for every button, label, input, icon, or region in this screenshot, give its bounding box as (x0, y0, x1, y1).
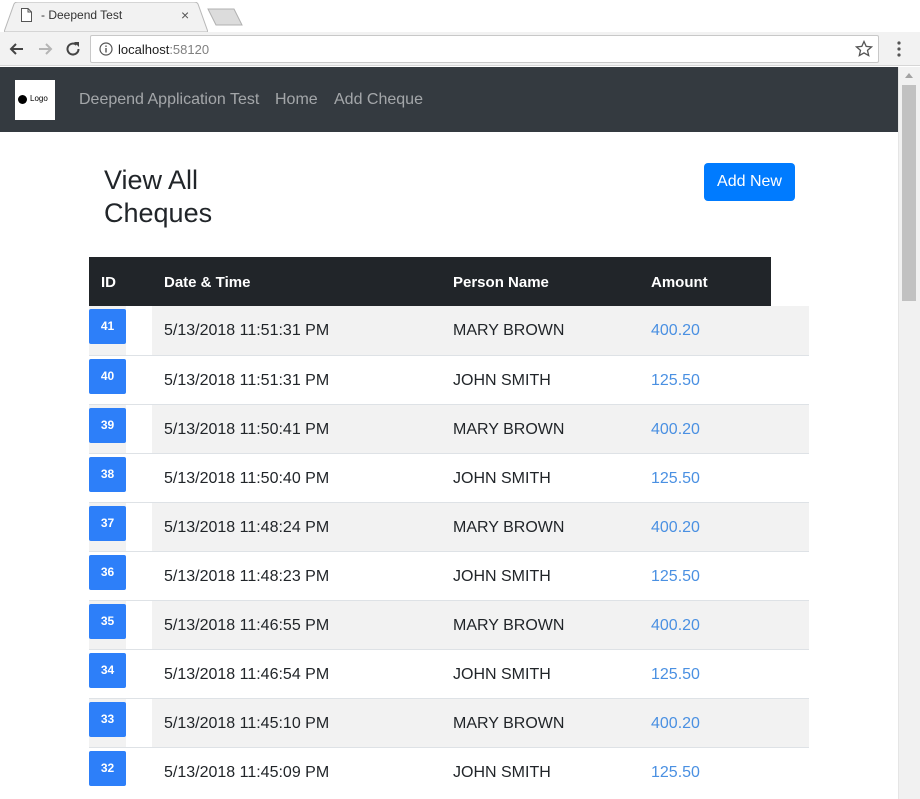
table-row: 40 5/13/2018 11:51:31 PM JOHN SMITH 125.50 (89, 355, 809, 405)
row-person-name: MARY BROWN (453, 715, 565, 732)
row-amount[interactable]: 125.50 (651, 666, 700, 684)
back-icon[interactable] (7, 39, 27, 59)
row-person-name: MARY BROWN (453, 322, 565, 339)
browser-toolbar: localhost:58120 (0, 32, 920, 66)
row-amount[interactable]: 400.20 (651, 617, 700, 635)
scroll-up-arrow-icon[interactable] (905, 73, 913, 78)
info-icon[interactable] (99, 42, 113, 56)
page-title: View All Cheques (104, 165, 213, 228)
table-row: 37 5/13/2018 11:48:24 PM MARY BROWN 400.20 (89, 502, 809, 552)
row-datetime: 5/13/2018 11:50:41 PM (164, 421, 330, 438)
table-row: 33 5/13/2018 11:45:10 PM MARY BROWN 400.20 (89, 698, 809, 748)
row-id-gap (126, 306, 152, 355)
vertical-scrollbar[interactable] (898, 67, 920, 799)
row-id-badge[interactable]: 35 (89, 604, 126, 639)
column-header-datetime: Date & Time (164, 274, 251, 291)
row-person-name: MARY BROWN (453, 421, 565, 438)
row-person-name: MARY BROWN (453, 519, 565, 536)
table-header: ID Date & Time Person Name Amount (89, 257, 771, 306)
row-person-name: JOHN SMITH (453, 568, 551, 585)
row-id-gap (126, 601, 152, 650)
row-id-badge[interactable]: 32 (89, 751, 126, 786)
column-header-amount: Amount (651, 274, 708, 291)
close-icon[interactable]: × (181, 7, 189, 23)
row-id-badge[interactable]: 38 (89, 457, 126, 492)
add-new-button[interactable]: Add New (704, 163, 795, 201)
column-header-person-name: Person Name (453, 274, 549, 291)
row-id-badge[interactable]: 34 (89, 653, 126, 688)
reload-icon[interactable] (63, 39, 83, 59)
table-body: 41 5/13/2018 11:51:31 PM MARY BROWN 400.20 4… (89, 306, 809, 797)
address-bar[interactable]: localhost:58120 (90, 35, 879, 63)
column-header-id: ID (101, 274, 116, 291)
logo[interactable]: Logo (15, 80, 55, 120)
table-row: 38 5/13/2018 11:50:40 PM JOHN SMITH 125.50 (89, 453, 809, 503)
row-id-badge[interactable]: 36 (89, 555, 126, 590)
page-icon (21, 8, 32, 22)
row-person-name: MARY BROWN (453, 617, 565, 634)
navbar-brand[interactable]: Deepend Application Test (79, 91, 259, 109)
row-datetime: 5/13/2018 11:51:31 PM (164, 322, 330, 339)
row-id-badge[interactable]: 33 (89, 702, 126, 737)
table-row: 36 5/13/2018 11:48:23 PM JOHN SMITH 125.50 (89, 551, 809, 601)
tab-title: - Deepend Test (41, 8, 123, 22)
table-row: 39 5/13/2018 11:50:41 PM MARY BROWN 400.20 (89, 404, 809, 454)
row-id-gap (126, 405, 152, 454)
row-person-name: JOHN SMITH (453, 372, 551, 389)
menu-icon[interactable] (890, 40, 908, 58)
row-datetime: 5/13/2018 11:45:09 PM (164, 764, 330, 781)
row-id-badge[interactable]: 41 (89, 309, 126, 344)
row-datetime: 5/13/2018 11:45:10 PM (164, 715, 330, 732)
row-id-badge[interactable]: 39 (89, 408, 126, 443)
row-amount[interactable]: 400.20 (651, 519, 700, 537)
row-amount[interactable]: 125.50 (651, 470, 700, 488)
row-datetime: 5/13/2018 11:50:40 PM (164, 470, 330, 487)
cheques-table: ID Date & Time Person Name Amount 41 5/13… (89, 257, 809, 797)
row-amount[interactable]: 125.50 (651, 372, 700, 390)
row-datetime: 5/13/2018 11:48:24 PM (164, 519, 330, 536)
url-text[interactable]: localhost:58120 (118, 42, 209, 57)
row-amount[interactable]: 400.20 (651, 421, 700, 439)
row-id-badge[interactable]: 40 (89, 359, 126, 394)
row-id-gap (126, 748, 152, 797)
forward-icon[interactable] (35, 39, 55, 59)
row-amount[interactable]: 400.20 (651, 715, 700, 733)
row-person-name: JOHN SMITH (453, 764, 551, 781)
nav-link-add-cheque[interactable]: Add Cheque (334, 91, 423, 109)
row-datetime: 5/13/2018 11:46:55 PM (164, 617, 330, 634)
new-tab-button[interactable] (206, 8, 244, 26)
row-person-name: JOHN SMITH (453, 470, 551, 487)
row-id-gap (126, 699, 152, 748)
row-amount[interactable]: 400.20 (651, 322, 700, 340)
table-row: 34 5/13/2018 11:46:54 PM JOHN SMITH 125.50 (89, 649, 809, 699)
row-amount[interactable]: 125.50 (651, 568, 700, 586)
tab-strip: - Deepend Test × (0, 0, 920, 32)
row-id-gap (126, 650, 152, 699)
star-icon[interactable] (855, 40, 873, 58)
nav-link-home[interactable]: Home (275, 91, 318, 109)
logo-text: Logo (30, 94, 48, 103)
row-id-badge[interactable]: 37 (89, 506, 126, 541)
row-amount[interactable]: 125.50 (651, 764, 700, 782)
table-row: 32 5/13/2018 11:45:09 PM JOHN SMITH 125.50 (89, 747, 809, 797)
row-id-gap (126, 356, 152, 405)
row-datetime: 5/13/2018 11:51:31 PM (164, 372, 330, 389)
table-row: 35 5/13/2018 11:46:55 PM MARY BROWN 400.20 (89, 600, 809, 650)
row-datetime: 5/13/2018 11:46:54 PM (164, 666, 330, 683)
row-datetime: 5/13/2018 11:48:23 PM (164, 568, 330, 585)
logo-mark-icon (18, 95, 27, 104)
table-row: 41 5/13/2018 11:51:31 PM MARY BROWN 400.20 (89, 306, 809, 355)
row-id-gap (126, 552, 152, 601)
row-id-gap (126, 454, 152, 503)
scroll-thumb[interactable] (902, 85, 916, 301)
page-viewport: Logo Deepend Application Test Home Add C… (0, 67, 898, 799)
navbar: Logo Deepend Application Test Home Add C… (0, 67, 898, 132)
row-person-name: JOHN SMITH (453, 666, 551, 683)
row-id-gap (126, 503, 152, 552)
